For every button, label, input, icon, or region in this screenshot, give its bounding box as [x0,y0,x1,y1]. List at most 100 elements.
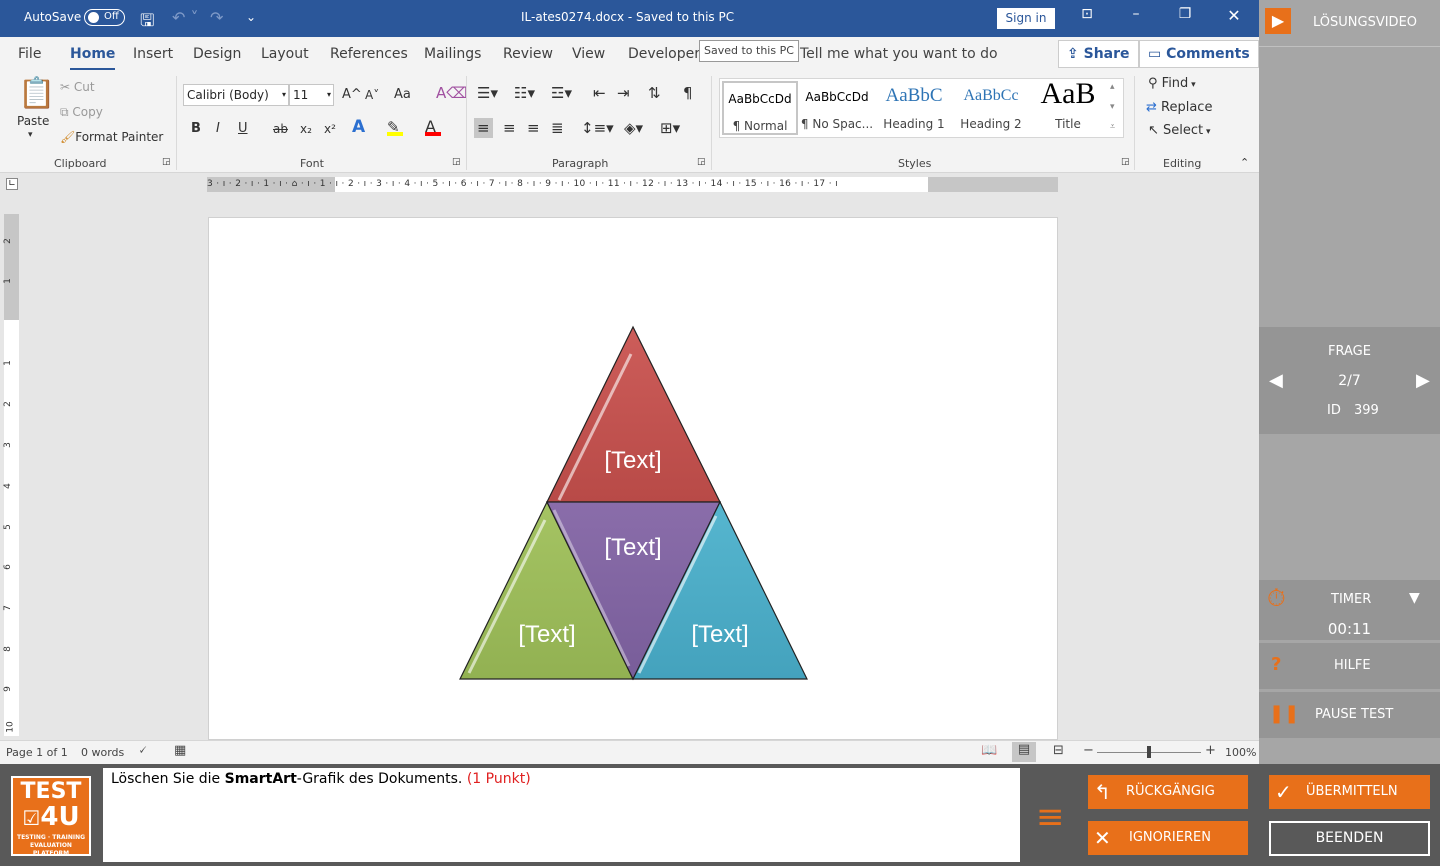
share-button[interactable]: ⇪ Share [1058,40,1139,68]
redo-icon[interactable]: ↷ [210,8,223,27]
line-spacing-icon[interactable]: ↕≡▾ [581,120,614,136]
find-button[interactable]: ⚲ Find ▾ [1148,76,1196,91]
proofing-icon[interactable]: 🗸 [138,743,147,758]
tab-selector-icon[interactable]: ∟ [6,178,18,190]
autosave-toggle[interactable]: Off [84,9,125,26]
close-icon[interactable]: ✕ [1222,6,1246,25]
collapse-ribbon-icon[interactable]: ⌃ [1240,156,1249,169]
ribbon-display-icon[interactable]: ⊡ [1075,6,1099,22]
decrease-indent-icon[interactable]: ⇤ [593,85,606,101]
styles-scroll-up-icon[interactable]: ▴ [1110,82,1115,92]
next-question-icon[interactable]: ▶ [1416,370,1430,391]
horizontal-ruler[interactable]: ∟ 3 · ı · 2 · ı · 1 · ı · ⌂ · ı · 1 · ı … [0,173,1259,196]
align-center-icon[interactable]: ≡ [503,120,516,136]
document-page[interactable]: [Text] [Text] [Text] [Text] [208,217,1058,740]
zoom-level[interactable]: 100% [1225,746,1256,759]
smartart-text-right[interactable]: [Text] [691,621,748,648]
font-name-combo[interactable]: Calibri (Body) ▾ [183,84,289,106]
shading-icon[interactable]: ◈▾ [624,120,643,136]
italic-button[interactable]: I [216,121,220,137]
bold-button[interactable]: B [191,121,201,137]
align-right-icon[interactable]: ≡ [527,120,540,136]
tab-view[interactable]: View [572,46,605,62]
end-test-button[interactable]: BEENDEN [1269,821,1430,856]
clipboard-launcher-icon[interactable]: ◲ [162,157,171,167]
styles-scroll-down-icon[interactable]: ▾ [1110,102,1115,112]
grow-font-icon[interactable]: A^ [342,87,362,103]
menu-icon[interactable]: ≡ [1036,800,1065,834]
justify-icon[interactable]: ≣ [551,120,564,136]
tab-design[interactable]: Design [193,46,241,62]
paragraph-launcher-icon[interactable]: ◲ [697,157,706,167]
smartart-text-center[interactable]: [Text] [604,534,661,561]
tab-insert[interactable]: Insert [133,46,173,62]
tab-home[interactable]: Home [70,46,116,71]
page-count[interactable]: Page 1 of 1 [6,746,68,759]
paste-dropdown-icon[interactable]: ▾ [28,130,33,140]
ignore-button[interactable]: ✕ IGNORIEREN [1088,821,1248,855]
styles-more-icon[interactable]: ⩡ [1110,122,1115,132]
show-formatting-icon[interactable]: ¶ [683,85,693,101]
tab-references[interactable]: References [330,46,408,62]
minimize-icon[interactable]: – [1124,6,1148,22]
format-painter-button[interactable]: 🖌Format Painter [60,130,163,144]
paste-icon[interactable]: 📋 [18,78,55,110]
replace-button[interactable]: ⇄ Replace [1146,100,1212,115]
style-title[interactable]: AaB Title [1030,77,1106,135]
numbering-icon[interactable]: ☷▾ [514,85,535,101]
save-icon[interactable]: 🖫 [140,8,154,37]
undo-button[interactable]: ↰ RÜCKGÄNGIG [1088,775,1248,809]
tab-file[interactable]: File [18,46,41,62]
zoom-out-icon[interactable]: − [1083,743,1094,758]
undo-icon[interactable]: ↶ ˅ [172,8,199,27]
tab-review[interactable]: Review [503,46,553,62]
borders-icon[interactable]: ⊞▾ [660,120,680,136]
zoom-slider-handle[interactable] [1147,746,1151,758]
shrink-font-icon[interactable]: A˅ [365,87,379,103]
help-button[interactable]: ? HILFE [1259,643,1440,689]
vertical-ruler[interactable]: 2 1 1 2 3 4 5 6 7 8 9 10 [0,196,24,740]
increase-indent-icon[interactable]: ⇥ [617,85,630,101]
read-mode-icon[interactable]: 📖 [981,743,997,758]
style-normal[interactable]: AaBbCcDd ¶ Normal [722,81,798,135]
underline-button[interactable]: U [238,121,248,137]
strikethrough-button[interactable]: ab [273,121,288,137]
tell-me-search[interactable]: Tell me what you want to do [800,46,998,62]
solution-video-button[interactable]: ▶ LÖSUNGSVIDEO [1259,0,1440,46]
clear-formatting-icon[interactable]: A⌫ [436,85,467,101]
subscript-button[interactable]: x₂ [300,121,312,137]
styles-launcher-icon[interactable]: ◲ [1121,157,1130,167]
pause-test-button[interactable]: ❚❚ PAUSE TEST [1259,692,1440,738]
bullets-icon[interactable]: ☰▾ [477,85,498,101]
font-color-icon[interactable]: A [425,119,441,136]
submit-button[interactable]: ✓ ÜBERMITTELN [1269,775,1430,809]
highlight-icon[interactable]: ✎ [387,119,403,136]
macro-record-icon[interactable]: ▦ [174,743,186,758]
style-heading-1[interactable]: AaBbC Heading 1 [876,81,952,135]
font-size-combo[interactable]: 11 ▾ [289,84,334,106]
sort-icon[interactable]: ⇅ [648,85,661,101]
prev-question-icon[interactable]: ◀ [1269,370,1283,391]
smartart-shape-top[interactable] [546,325,721,503]
zoom-in-icon[interactable]: + [1205,743,1216,758]
text-effects-icon[interactable]: A [352,119,365,136]
timer-dropdown-icon[interactable]: ▼ [1409,590,1420,606]
multilevel-list-icon[interactable]: ☲▾ [551,85,572,101]
copy-button[interactable]: ⧉ Copy [60,105,103,120]
style-heading-2[interactable]: AaBbCc Heading 2 [953,81,1029,135]
change-case-icon[interactable]: Aa [394,87,411,103]
superscript-button[interactable]: x² [324,121,336,137]
word-count[interactable]: 0 words [81,746,124,759]
paste-button[interactable]: Paste [17,114,49,128]
style-no-spacing[interactable]: AaBbCcDd ¶ No Spac... [799,81,875,135]
web-layout-icon[interactable]: ⊟ [1053,743,1064,758]
print-layout-icon[interactable]: ▤ [1012,742,1036,762]
cut-button[interactable]: ✂ Cut [60,80,95,94]
customize-toolbar-icon[interactable]: ⌄ [246,10,256,24]
tab-mailings[interactable]: Mailings [424,46,481,62]
restore-icon[interactable]: ❐ [1173,6,1197,22]
font-launcher-icon[interactable]: ◲ [452,157,461,167]
smartart-graphic[interactable]: [Text] [Text] [Text] [Text] [209,218,1059,741]
tab-layout[interactable]: Layout [261,46,309,62]
tab-developer[interactable]: Developer [628,46,700,62]
